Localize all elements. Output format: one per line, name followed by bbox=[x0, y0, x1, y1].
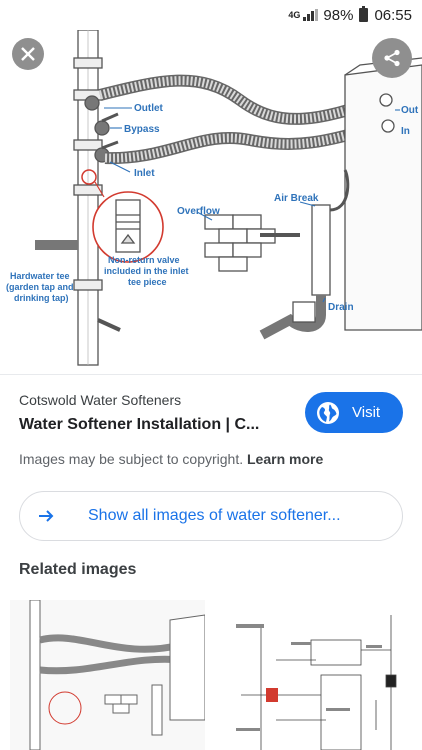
diagram-label-bypass: Bypass bbox=[124, 124, 160, 135]
diagram-label-valve-line2: included in the inlet bbox=[104, 266, 189, 276]
close-icon bbox=[21, 47, 35, 61]
related-image-thumbnail[interactable] bbox=[216, 600, 412, 750]
network-type: 4G bbox=[288, 9, 301, 20]
diagram-label-tee-line1: Hardwater tee bbox=[10, 271, 70, 281]
visit-label: Visit bbox=[352, 404, 381, 421]
copyright-notice: Images may be subject to copyright. Lear… bbox=[19, 451, 323, 467]
copyright-text: Images may be subject to copyright. bbox=[19, 451, 244, 467]
diagram-label-inlet: Inlet bbox=[134, 168, 155, 179]
clock: 06:55 bbox=[374, 6, 412, 24]
battery-icon bbox=[359, 6, 369, 22]
diagram-label-tee-line2: (garden tap and bbox=[6, 282, 74, 292]
show-all-images-button[interactable]: Show all images of water softener... bbox=[19, 491, 403, 541]
diagram-label-valve-line1: Non-return valve bbox=[108, 255, 180, 265]
related-images-heading: Related images bbox=[19, 561, 137, 578]
diagram-label-drain: Drain bbox=[328, 302, 354, 313]
diagram-label-overflow: Overflow bbox=[177, 206, 220, 217]
signal-icon bbox=[303, 9, 319, 21]
share-icon bbox=[384, 49, 400, 67]
diagram-label-tee-line3: drinking tap) bbox=[14, 293, 69, 303]
status-bar: 4G 98% 06:55 bbox=[0, 0, 422, 30]
globe-icon bbox=[317, 401, 339, 424]
share-button[interactable] bbox=[372, 38, 412, 78]
diagram-label-in: In bbox=[401, 126, 410, 137]
diagram-label-valve-line3: tee piece bbox=[128, 277, 167, 287]
result-title[interactable]: Water Softener Installation | C... bbox=[19, 416, 289, 434]
divider bbox=[0, 374, 422, 375]
source-name[interactable]: Cotswold Water Softeners bbox=[19, 392, 181, 408]
visit-button[interactable]: Visit bbox=[305, 392, 403, 433]
battery-percent: 98% bbox=[323, 6, 354, 24]
diagram-label-air-break: Air Break bbox=[274, 193, 319, 204]
close-button[interactable] bbox=[12, 38, 44, 70]
arrow-right-icon bbox=[39, 510, 54, 522]
diagram-label-outlet: Outlet bbox=[134, 103, 164, 114]
learn-more-link[interactable]: Learn more bbox=[247, 451, 323, 467]
related-image-thumbnail[interactable] bbox=[10, 600, 205, 750]
diagram-label-out: Out bbox=[401, 105, 419, 116]
preview-image[interactable]: Outlet Bypass Inlet Overflow Air Break O… bbox=[0, 30, 422, 374]
show-all-label: Show all images of water softener... bbox=[88, 507, 341, 524]
